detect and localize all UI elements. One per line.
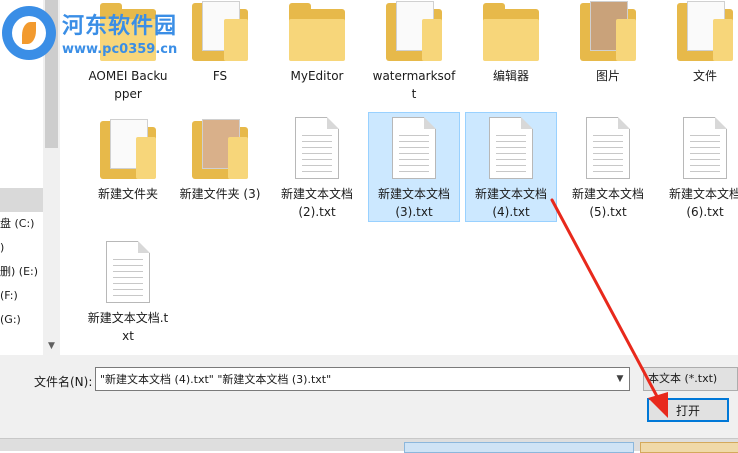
folder-files[interactable]: 文件	[659, 0, 738, 86]
folder-icon	[673, 0, 737, 67]
folder-watermarksoft[interactable]: watermarksoft	[368, 0, 460, 104]
item-label: watermarksoft	[372, 69, 456, 101]
text-file-6[interactable]: 新建文本文档 (6).txt	[659, 112, 738, 222]
scroll-down-arrow-icon[interactable]: ▼	[43, 338, 60, 355]
item-label: 新建文件夹 (3)	[179, 187, 261, 201]
item-label: 新建文件夹	[97, 187, 158, 201]
text-file-3[interactable]: 新建文本文档 (3).txt	[368, 112, 460, 222]
item-label: 新建文本文档.txt	[87, 311, 169, 343]
folder-icon	[576, 0, 640, 67]
text-file-2[interactable]: 新建文本文档 (2).txt	[271, 112, 363, 222]
text-file-icon	[382, 113, 446, 185]
drive-c[interactable]: 盘 (C:)	[0, 214, 43, 234]
item-label: FS	[212, 69, 228, 83]
text-file-1[interactable]: 新建文本文档.txt	[82, 236, 174, 346]
folder-new-folder[interactable]: 新建文件夹	[82, 112, 174, 204]
filename-input[interactable]	[95, 367, 630, 391]
watermark-logo-icon	[2, 6, 56, 60]
text-file-icon	[96, 237, 160, 309]
site-watermark: 河东软件园 www.pc0359.cn	[0, 2, 200, 64]
chevron-down-icon[interactable]: ▼	[611, 368, 629, 390]
text-file-icon	[673, 113, 737, 185]
folder-editor[interactable]: 编辑器	[465, 0, 557, 86]
drive-e[interactable]: 删) (E:)	[0, 262, 43, 282]
item-label: 图片	[595, 69, 620, 83]
filename-label: 文件名(N):	[34, 375, 93, 389]
folder-new-folder-3[interactable]: 新建文件夹 (3)	[174, 112, 266, 204]
taskbar-button	[404, 442, 634, 453]
folder-icon	[188, 113, 252, 185]
drive-d[interactable]: )	[0, 238, 43, 258]
text-file-5[interactable]: 新建文本文档 (5).txt	[562, 112, 654, 222]
item-label: 新建文本文档 (3).txt	[377, 187, 450, 219]
taskbar-button	[640, 442, 738, 453]
text-file-icon	[479, 113, 543, 185]
text-file-icon	[576, 113, 640, 185]
item-label: 新建文本文档 (2).txt	[280, 187, 353, 219]
item-label: 文件	[692, 69, 717, 83]
item-label: 新建文本文档 (5).txt	[571, 187, 644, 219]
item-label: 新建文本文档 (4).txt	[474, 187, 547, 219]
drive-g[interactable]: (G:)	[0, 310, 43, 330]
watermark-title: 河东软件园	[62, 13, 178, 39]
folder-pictures[interactable]: 图片	[562, 0, 654, 86]
text-file-4[interactable]: 新建文本文档 (4).txt	[465, 112, 557, 222]
file-type-filter[interactable]: 本文本 (*.txt)	[643, 367, 738, 391]
drive-f[interactable]: (F:)	[0, 286, 43, 306]
item-label: MyEditor	[290, 69, 344, 83]
open-button[interactable]: 打开	[647, 398, 729, 422]
folder-icon	[285, 0, 349, 67]
item-label: 新建文本文档 (6).txt	[668, 187, 738, 219]
watermark-url: www.pc0359.cn	[62, 42, 178, 57]
item-label: AOMEI Backupper	[88, 69, 168, 101]
folder-icon	[382, 0, 446, 67]
item-label: 编辑器	[492, 69, 529, 83]
navigation-selection	[0, 188, 43, 212]
folder-icon	[96, 113, 160, 185]
folder-myeditor[interactable]: MyEditor	[271, 0, 363, 86]
window-frame-edge	[0, 438, 738, 453]
text-file-icon	[285, 113, 349, 185]
folder-icon	[479, 0, 543, 67]
